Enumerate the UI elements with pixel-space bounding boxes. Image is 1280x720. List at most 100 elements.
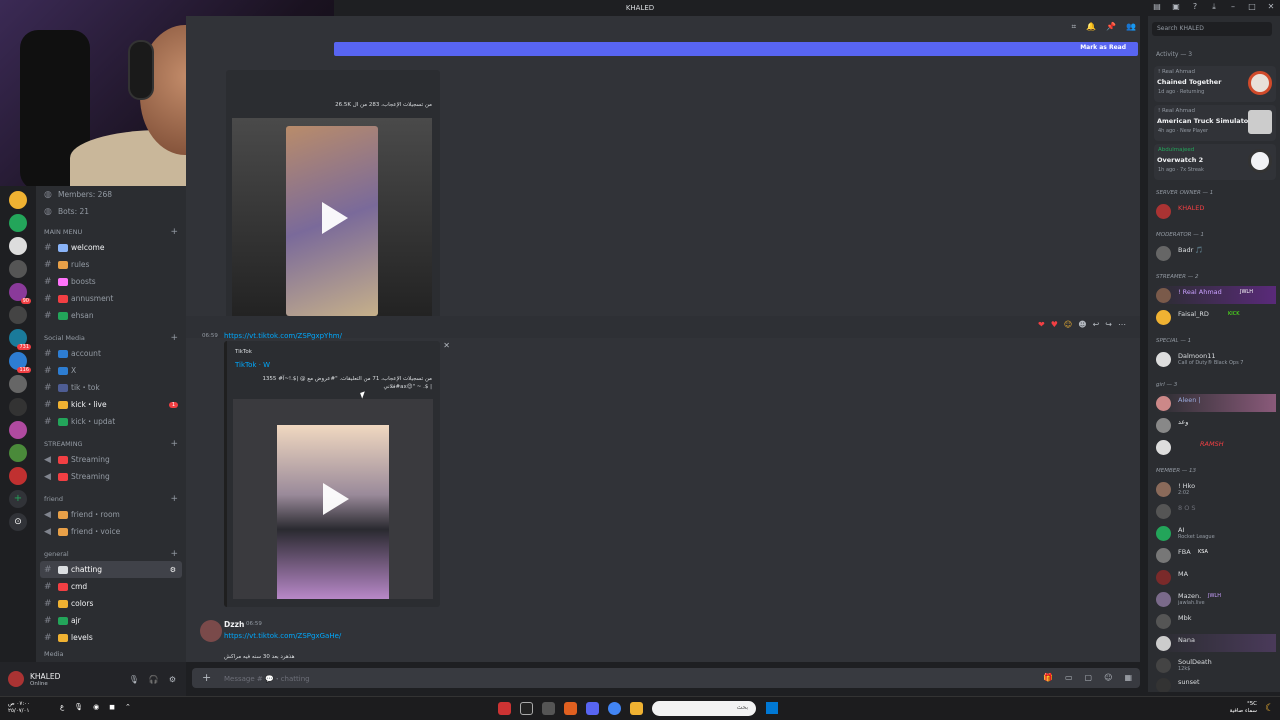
member-item[interactable]: Mazen. JWLH jawlah.live <box>1156 590 1276 608</box>
category-social-media[interactable]: Social Media + <box>36 330 186 345</box>
upload-plus-icon[interactable]: + <box>202 671 211 684</box>
activity-card[interactable]: Abdulmajeed Overwatch 2 1h ago · 7x Stre… <box>1154 144 1276 180</box>
channel-colors[interactable]: # colors <box>36 595 186 612</box>
embed-video[interactable] <box>233 399 433 599</box>
new-messages-bar[interactable]: Mark as Read <box>334 42 1138 56</box>
member-item[interactable]: ! Real Ahmad JWLH <box>1156 286 1276 304</box>
message-link[interactable]: https://vt.tiktok.com/ZSPgxGaHe/ <box>224 632 341 640</box>
windows-start-icon[interactable] <box>766 702 778 714</box>
server-icon[interactable] <box>9 375 27 393</box>
category-streaming[interactable]: STREAMING + <box>36 436 186 451</box>
close-icon[interactable]: ✕ <box>443 341 450 350</box>
member-item[interactable]: SoulDeath 12k$ <box>1156 656 1276 674</box>
channel-kick-live[interactable]: # kick・live 1 <box>36 396 186 413</box>
channel-boosts[interactable]: # boosts <box>36 273 186 290</box>
server-icon[interactable] <box>9 260 27 278</box>
channel-cmd[interactable]: # cmd <box>36 578 186 595</box>
add-channel-icon[interactable]: + <box>170 333 178 343</box>
server-icon[interactable]: 116 <box>9 352 31 373</box>
minimize-button[interactable]: – <box>1228 2 1238 12</box>
member-item[interactable]: وعد <box>1156 416 1276 434</box>
message-link[interactable]: https://vt.tiktok.com/ZSPgxpYhm/ <box>224 332 342 340</box>
channel-ajr[interactable]: # ajr <box>36 612 186 629</box>
close-button[interactable]: ✕ <box>1266 2 1276 12</box>
voice-channel-streaming[interactable]: ◀ Streaming <box>36 451 186 468</box>
play-icon[interactable] <box>322 202 348 234</box>
add-channel-icon[interactable]: + <box>170 439 178 449</box>
discord-icon[interactable] <box>586 702 599 715</box>
embed-title[interactable]: TikTok · W <box>235 361 270 369</box>
channel-tiktok[interactable]: # tik・tok <box>36 379 186 396</box>
laugh-icon[interactable]: ☺ <box>1064 320 1072 329</box>
member-item[interactable]: Nana <box>1156 634 1276 652</box>
server-icon[interactable] <box>9 191 27 209</box>
maximize-button[interactable]: □ <box>1247 2 1257 12</box>
gift-icon[interactable]: 🎁 <box>1043 673 1053 682</box>
emoji-icon[interactable]: ☺ <box>1104 673 1112 682</box>
server-icon[interactable] <box>9 467 27 485</box>
channel-annusment[interactable]: # annusment <box>36 290 186 307</box>
chevron-up-icon[interactable]: ⌃ <box>125 703 131 711</box>
reply-icon[interactable]: ↩ <box>1093 320 1100 329</box>
pin-icon[interactable]: 📌 <box>1106 22 1116 32</box>
mic-tray-icon[interactable]: 🎙 <box>74 703 83 711</box>
bell-icon[interactable]: 🔔 <box>1086 22 1096 32</box>
add-server-icon[interactable]: + <box>9 490 27 508</box>
channel-levels[interactable]: # levels <box>36 629 186 646</box>
threads-icon[interactable]: ⌗ <box>1072 22 1077 32</box>
channel-account[interactable]: # account <box>36 345 186 362</box>
server-icon[interactable] <box>9 398 27 416</box>
server-icon[interactable] <box>9 237 27 255</box>
member-item[interactable]: Faisal_RD KICK <box>1156 308 1276 326</box>
server-icon[interactable] <box>9 421 27 439</box>
weather[interactable]: °5C سماء صافية ☾ <box>1230 701 1274 715</box>
category-media[interactable]: Media <box>36 646 186 661</box>
message-input[interactable]: + Message # 💬・chatting 🎁 ▭ ▢ ☺ ▦ <box>192 668 1140 688</box>
server-icon[interactable] <box>9 444 27 462</box>
search-input[interactable]: Search KHALED <box>1152 22 1272 36</box>
add-channel-icon[interactable]: + <box>170 227 178 237</box>
settings-icon[interactable]: ⚙ <box>170 566 176 574</box>
app-tray-icon[interactable]: ◉ <box>93 703 99 711</box>
activity-card[interactable]: ! Real Ahmad American Truck Simulator 4h… <box>1154 105 1276 141</box>
activity-card[interactable]: ! Real Ahmad Chained Together 1d ago · R… <box>1154 66 1276 102</box>
taskbar-search[interactable]: بحث <box>652 701 756 716</box>
language-indicator[interactable]: ع <box>60 703 64 711</box>
mark-as-read-button[interactable]: Mark as Read <box>1080 44 1126 51</box>
app-icon[interactable] <box>564 702 577 715</box>
members-icon[interactable]: 👥 <box>1126 22 1136 32</box>
channel-ehsan[interactable]: # ehsan <box>36 307 186 324</box>
member-item[interactable]: AI Rocket League <box>1156 524 1276 542</box>
heart-icon[interactable]: ❤ <box>1038 320 1045 329</box>
voice-channel-friend-voice[interactable]: ◀ friend・voice <box>36 523 186 540</box>
member-item[interactable]: 8 O S <box>1156 502 1276 520</box>
channel-kick-updat[interactable]: # kick・updat <box>36 413 186 430</box>
category-general[interactable]: general + <box>36 546 186 561</box>
member-item[interactable]: Mbk <box>1156 612 1276 630</box>
member-item[interactable]: MA <box>1156 568 1276 586</box>
member-item[interactable]: Aleen | <box>1156 394 1276 412</box>
app-icon[interactable] <box>542 702 555 715</box>
embed-video[interactable] <box>232 118 432 320</box>
member-item[interactable]: KHALED <box>1156 202 1276 220</box>
voice-channel-friend-room[interactable]: ◀ friend・room <box>36 506 186 523</box>
member-item[interactable]: Dalmoon11 Call of Duty® Black Ops 7 <box>1156 350 1276 368</box>
category-friend[interactable]: friend + <box>36 491 186 506</box>
heart-icon[interactable]: ♥ <box>1051 320 1058 329</box>
add-channel-icon[interactable]: + <box>170 549 178 559</box>
chrome-icon[interactable] <box>608 702 621 715</box>
channel-welcome[interactable]: # welcome <box>36 239 186 256</box>
server-icon[interactable] <box>9 306 27 324</box>
server-icon[interactable]: 90 <box>9 283 31 304</box>
discover-icon[interactable]: ⊙ <box>9 513 27 531</box>
add-reaction-icon[interactable]: ☻ <box>1078 320 1086 329</box>
app-icon[interactable] <box>498 702 511 715</box>
voice-channel-streaming[interactable]: ◀ Streaming <box>36 468 186 485</box>
app-tray-icon[interactable]: ◼ <box>109 703 115 711</box>
clock[interactable]: ٠٧:٠٠ ص ٢٥/٠٧/٠١ <box>8 701 30 715</box>
server-icon[interactable] <box>9 214 27 232</box>
channel-x[interactable]: # X <box>36 362 186 379</box>
more-icon[interactable]: ⋯ <box>1118 320 1126 329</box>
play-icon[interactable] <box>323 483 349 515</box>
add-channel-icon[interactable]: + <box>170 494 178 504</box>
